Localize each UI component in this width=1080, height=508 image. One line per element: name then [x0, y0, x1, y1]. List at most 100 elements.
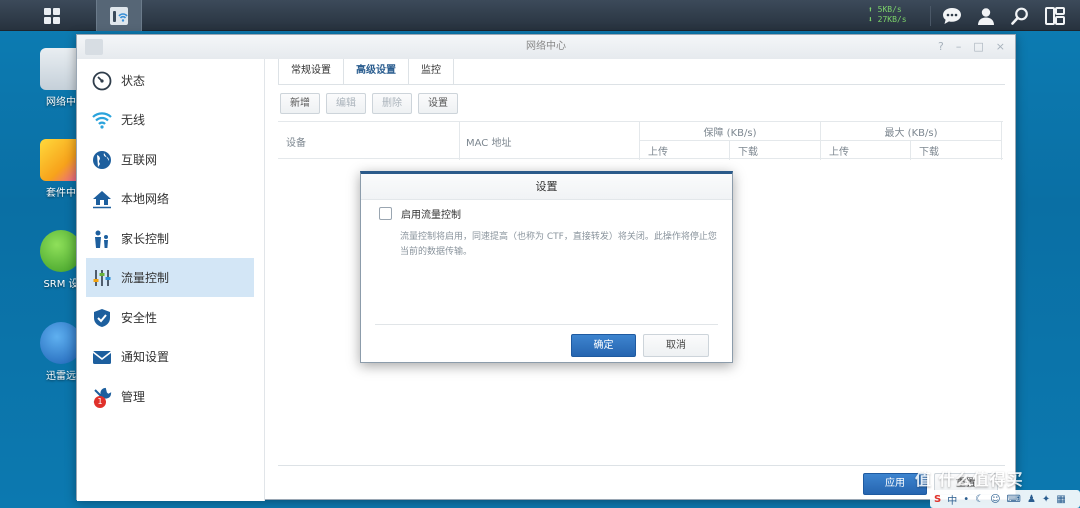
punctuation-icon[interactable]: •	[963, 494, 969, 505]
main-menu-button[interactable]	[30, 0, 74, 31]
network-speed-indicator: ⬆ 5KB/s ⬇ 27KB/s	[868, 5, 924, 25]
help-icon[interactable]: ?	[938, 35, 944, 59]
tab-bar: 常规设置 高级设置 监控	[278, 59, 1005, 86]
tab-general-settings[interactable]: 常规设置	[279, 59, 344, 85]
enable-traffic-control-checkbox[interactable]	[379, 207, 392, 220]
column-divider	[821, 140, 1001, 141]
speed-up-value: 5KB/s	[877, 5, 902, 14]
column-divider	[910, 141, 911, 160]
footer-divider	[278, 465, 1005, 466]
notification-badge: 1	[94, 395, 106, 408]
taskbar: ⬆ 5KB/s ⬇ 27KB/s	[0, 0, 1080, 31]
watermark-logo: 值 什么值得买	[915, 470, 1024, 489]
edit-button[interactable]: 编辑	[326, 93, 366, 114]
window-titlebar[interactable]: 网络中心 ? – □ ×	[77, 35, 1015, 59]
delete-button[interactable]: 删除	[372, 93, 412, 114]
widgets-icon	[1045, 7, 1065, 25]
user-button[interactable]	[973, 3, 999, 29]
user-icon[interactable]: ♟	[1027, 494, 1036, 505]
column-header-guarantee-download[interactable]: 下载	[738, 143, 758, 158]
dialog-title[interactable]: 设置	[361, 174, 732, 200]
widgets-button[interactable]	[1042, 3, 1068, 29]
ime-tray: S 中 • ☾ ☺ ⌨ ♟ ✦ ▦	[930, 490, 1080, 508]
sidebar-item-notification[interactable]: 通知设置	[86, 337, 254, 376]
app-icon	[85, 39, 103, 55]
column-header-guarantee: 保障 (KB/s)	[703, 128, 757, 139]
settings-dialog: 设置 启用流量控制 流量控制将启用，同速提高（也称为 CTF，直接转发）将关闭。…	[360, 171, 733, 363]
sidebar-item-local-network[interactable]: 本地网络	[86, 179, 254, 218]
search-button[interactable]	[1007, 3, 1033, 29]
sidebar-item-security[interactable]: 安全性	[86, 298, 254, 337]
gauge-icon	[92, 71, 112, 91]
speed-down-value: 27KB/s	[877, 15, 907, 24]
home-network-icon	[92, 189, 112, 209]
ime-mode-icon[interactable]: 中	[947, 492, 957, 507]
wifi-icon	[92, 110, 112, 130]
user-icon	[978, 8, 994, 25]
sidebar-item-label: 本地网络	[121, 192, 170, 206]
dialog-description: 流量控制将启用，同速提高（也称为 CTF，直接转发）将关闭。此操作将停止您当前的…	[400, 232, 717, 257]
globe-icon	[92, 150, 112, 170]
minimize-icon[interactable]: –	[956, 35, 962, 59]
column-header-max: 最大 (KB/s)	[884, 128, 938, 139]
sidebar-item-wireless[interactable]: 无线	[86, 100, 254, 139]
sidebar-item-label: 管理	[121, 390, 146, 404]
sidebar-item-label: 安全性	[121, 311, 158, 325]
grid-menu-icon	[44, 7, 60, 24]
column-header-max-upload[interactable]: 上传	[829, 143, 849, 158]
add-button[interactable]: 新增	[280, 93, 320, 114]
sidebar-item-parental-control[interactable]: 家长控制	[86, 219, 254, 258]
column-divider	[640, 140, 820, 141]
column-header-device[interactable]: 设备	[286, 134, 306, 149]
moon-icon[interactable]: ☾	[975, 494, 984, 505]
shirt-icon[interactable]: ✦	[1042, 494, 1050, 505]
sidebar-item-label: 互联网	[121, 153, 158, 167]
column-header-guarantee-upload[interactable]: 上传	[648, 143, 668, 158]
settings-button[interactable]: 设置	[418, 93, 458, 114]
chat-icon	[943, 8, 961, 24]
speed-down-arrow-icon: ⬇	[868, 15, 873, 24]
column-divider	[459, 122, 460, 160]
cancel-button[interactable]: 取消	[643, 334, 709, 357]
ok-button[interactable]: 确定	[571, 334, 636, 357]
column-divider	[1001, 122, 1002, 160]
sidebar-item-label: 家长控制	[121, 232, 170, 246]
checkbox-label: 启用流量控制	[401, 210, 461, 221]
maximize-icon[interactable]: □	[973, 35, 983, 59]
shield-icon	[92, 308, 112, 328]
grid-icon[interactable]: ▦	[1056, 494, 1065, 505]
keyboard-icon[interactable]: ⌨	[1007, 494, 1021, 505]
sidebar-item-internet[interactable]: 互联网	[86, 140, 254, 179]
smile-icon[interactable]: ☺	[990, 494, 1000, 505]
router-icon	[110, 6, 128, 25]
sidebar-item-traffic-control[interactable]: 流量控制	[86, 258, 254, 297]
sidebar: 状态 无线 互联网 本地网络 家长控制 流量控制 安全性 通知设置 1 管理	[77, 59, 265, 501]
speed-up-arrow-icon: ⬆	[868, 5, 873, 14]
sidebar-item-label: 状态	[121, 74, 146, 88]
column-header-max-download[interactable]: 下载	[919, 143, 939, 158]
column-header-mac[interactable]: MAC 地址	[466, 134, 511, 149]
tools-icon: 1	[92, 387, 112, 408]
ime-logo-icon: S	[934, 493, 942, 505]
search-icon	[1011, 7, 1028, 25]
chat-button[interactable]	[939, 3, 965, 29]
rules-table-header: 设备 MAC 地址 保障 (KB/s) 上传 下载 最大 (KB/s) 上传 下…	[278, 121, 1003, 160]
taskbar-divider	[930, 6, 931, 26]
tab-advanced-settings[interactable]: 高级设置	[344, 59, 409, 86]
dialog-divider	[375, 324, 718, 325]
toolbar: 新增 编辑 删除 设置	[280, 93, 458, 114]
sidebar-item-status[interactable]: 状态	[86, 61, 254, 100]
taskbar-network-center-button[interactable]	[96, 0, 142, 31]
sidebar-item-label: 流量控制	[121, 271, 170, 285]
parental-icon	[92, 229, 112, 249]
sidebar-item-label: 通知设置	[121, 350, 170, 364]
sidebar-item-label: 无线	[121, 113, 146, 127]
envelope-icon	[92, 347, 112, 367]
close-icon[interactable]: ×	[996, 35, 1005, 59]
enable-traffic-control-checkbox-row[interactable]: 启用流量控制	[379, 206, 461, 221]
window-title: 网络中心	[526, 41, 566, 52]
sidebar-item-administration[interactable]: 1 管理	[86, 377, 254, 416]
tab-monitor[interactable]: 监控	[409, 59, 454, 85]
sliders-icon	[92, 268, 112, 288]
column-divider	[729, 141, 730, 160]
